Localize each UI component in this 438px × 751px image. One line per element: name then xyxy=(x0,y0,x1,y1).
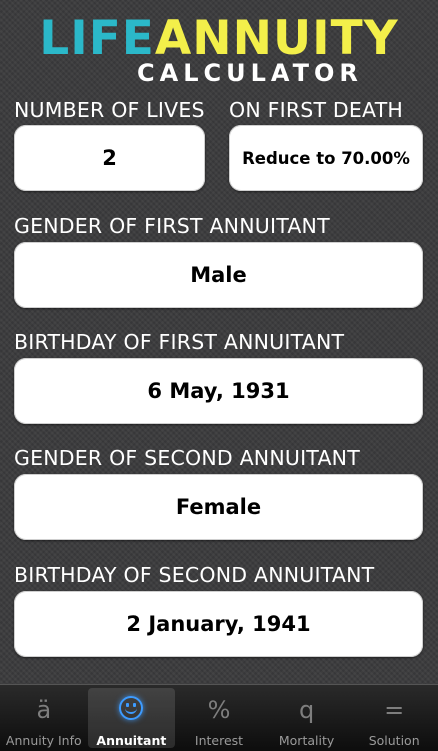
tab-annuity-info[interactable]: ä Annuity Info xyxy=(0,685,88,751)
logo-annuity: ANNUITY xyxy=(154,11,399,66)
equals-icon: = xyxy=(384,696,405,724)
tab-interest[interactable]: % Interest xyxy=(175,685,263,751)
logo-title: LIFEANNUITY xyxy=(0,14,438,64)
tab-label: Interest xyxy=(194,733,244,748)
tab-mortality[interactable]: q Mortality xyxy=(263,685,351,751)
gender-second-field[interactable]: Female xyxy=(14,474,423,540)
gender-first-label: GENDER OF FIRST ANNUITANT xyxy=(14,214,330,238)
a-umlaut-icon: ä xyxy=(36,696,52,724)
gender-first-field[interactable]: Male xyxy=(14,242,423,308)
birthday-first-label: BIRTHDAY OF FIRST ANNUITANT xyxy=(14,330,345,354)
number-of-lives-label: NUMBER OF LIVES xyxy=(14,98,205,122)
tab-label: Annuity Info xyxy=(5,733,82,748)
percent-icon: % xyxy=(207,696,231,724)
on-first-death-label: ON FIRST DEATH xyxy=(229,98,404,122)
number-of-lives-value: 2 xyxy=(102,146,117,170)
tab-label: Annuitant xyxy=(96,733,167,748)
on-first-death-value: Reduce to 70.00% xyxy=(242,148,410,168)
tab-solution[interactable]: = Solution xyxy=(350,685,438,751)
tab-bar: ä Annuity Info Annuitant % Interest q Mo… xyxy=(0,684,438,751)
birthday-first-value: 6 May, 1931 xyxy=(147,379,290,403)
gender-first-value: Male xyxy=(190,263,247,287)
birthday-second-field[interactable]: 2 January, 1941 xyxy=(14,591,423,657)
logo-life: LIFE xyxy=(39,11,155,66)
gender-second-label: GENDER OF SECOND ANNUITANT xyxy=(14,446,360,470)
tab-label: Solution xyxy=(368,733,420,748)
birthday-first-field[interactable]: 6 May, 1931 xyxy=(14,358,423,424)
gender-second-value: Female xyxy=(175,495,262,519)
number-of-lives-field[interactable]: 2 xyxy=(14,125,205,191)
app-logo: LIFEANNUITY CALCULATOR xyxy=(0,0,438,92)
on-first-death-field[interactable]: Reduce to 70.00% xyxy=(229,125,423,191)
birthday-second-label: BIRTHDAY OF SECOND ANNUITANT xyxy=(14,563,375,587)
tab-label: Mortality xyxy=(278,733,335,748)
q-icon: q xyxy=(298,696,315,724)
logo-calculator: CALCULATOR xyxy=(137,59,363,87)
smiley-icon xyxy=(119,696,144,720)
tab-annuitant[interactable]: Annuitant xyxy=(87,688,176,748)
birthday-second-value: 2 January, 1941 xyxy=(126,612,311,636)
